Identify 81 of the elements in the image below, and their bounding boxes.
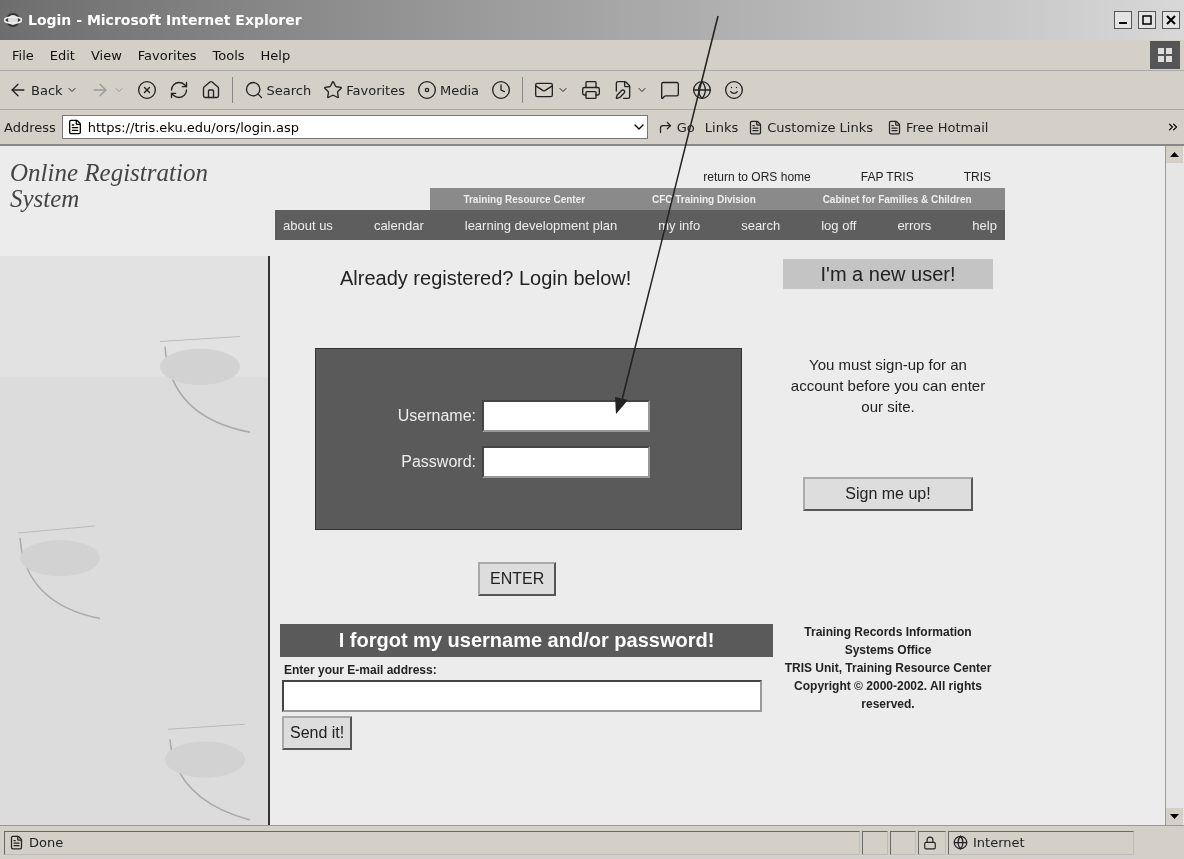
- window-title: Login - Microsoft Internet Explorer: [28, 12, 303, 28]
- nav-link[interactable]: log off: [821, 217, 857, 233]
- status-pane: [862, 830, 888, 855]
- input-field[interactable]: [482, 400, 650, 432]
- nav-link[interactable]: search: [741, 217, 781, 233]
- field-label: Password:: [400, 453, 476, 471]
- menu-item[interactable]: Edit: [41, 47, 83, 63]
- speech-bubble-icon: [660, 80, 680, 100]
- menu-item[interactable]: File: [4, 47, 42, 63]
- edit-document-icon: [613, 80, 633, 100]
- signup-message: You must sign-up for an account before you can enter our site.: [789, 355, 987, 417]
- home-icon: [200, 80, 221, 100]
- maximize-button[interactable]: [1138, 11, 1156, 29]
- flag-icon: [1150, 41, 1180, 69]
- new-user-heading: I'm a new user!: [783, 259, 993, 289]
- browser-logo-icon: [4, 11, 22, 29]
- footer-text: Training Records Information Systems Office: [803, 624, 973, 659]
- page-icon: [748, 119, 764, 135]
- search-icon: [243, 80, 264, 100]
- smiley-icon: [724, 80, 744, 100]
- links-label: Links: [704, 119, 739, 135]
- favorites-button[interactable]: Favorites: [319, 78, 409, 102]
- scroll-up-icon[interactable]: [1166, 146, 1183, 163]
- maximize-icon: [1142, 15, 1152, 25]
- login-heading: Already registered? Login below!: [340, 267, 633, 290]
- menu-item[interactable]: View: [82, 47, 130, 63]
- status-text: Done: [4, 830, 860, 855]
- signup-button[interactable]: Sign me up!: [803, 477, 973, 511]
- input-field[interactable]: [482, 446, 650, 478]
- disc-icon: [416, 80, 437, 100]
- media-button[interactable]: Media: [412, 78, 483, 102]
- globe-icon: [692, 80, 712, 100]
- stop-icon: [136, 80, 157, 100]
- header-link[interactable]: TRIS: [963, 170, 991, 184]
- go-arrow-icon: [657, 119, 673, 135]
- page-icon: [887, 119, 902, 135]
- header-link[interactable]: FAP TRIS: [860, 170, 914, 184]
- status-pane: [890, 830, 916, 855]
- field-label: Username:: [396, 407, 476, 425]
- nav-link[interactable]: help: [972, 217, 997, 233]
- menu-item[interactable]: Help: [252, 47, 299, 63]
- more-links-icon[interactable]: [1166, 120, 1180, 134]
- email-label: Enter your E-mail address:: [284, 663, 438, 677]
- minimize-icon: [1119, 22, 1127, 24]
- nav-link[interactable]: about us: [283, 217, 333, 233]
- nav-link[interactable]: calendar: [373, 217, 424, 233]
- scroll-down-icon[interactable]: [1166, 808, 1183, 825]
- globe-icon: [953, 835, 968, 850]
- clock-icon: [491, 80, 511, 100]
- site-logo-text: System: [10, 186, 81, 213]
- printer-icon: [581, 80, 601, 100]
- search-button[interactable]: Search: [239, 78, 316, 102]
- footer-text: Copyright © 2000-2002. All rights reserved.: [793, 678, 983, 713]
- security-zone: Internet: [948, 830, 1134, 855]
- nav-link[interactable]: my info: [658, 217, 701, 233]
- nav-link[interactable]: errors: [897, 217, 932, 233]
- site-logo-text: Online Registration: [10, 160, 209, 187]
- page-icon: [9, 835, 24, 850]
- back-button[interactable]: Back: [4, 78, 82, 102]
- close-button[interactable]: [1162, 11, 1180, 29]
- menu-item[interactable]: Tools: [204, 47, 253, 63]
- menu-item[interactable]: Favorites: [129, 47, 205, 63]
- minimize-button[interactable]: [1114, 11, 1132, 29]
- close-icon: [1166, 15, 1176, 25]
- email-field[interactable]: [282, 680, 762, 712]
- footer-text: TRIS Unit, Training Resource Center: [784, 660, 992, 677]
- link-button[interactable]: Free Hotmail: [883, 119, 993, 135]
- header-link[interactable]: return to ORS home: [703, 170, 811, 184]
- enter-button[interactable]: ENTER: [478, 562, 557, 596]
- forgot-heading: I forgot my username and/or password!: [280, 624, 773, 657]
- address-label: Address: [4, 119, 56, 135]
- mail-icon: [534, 80, 554, 100]
- send-button[interactable]: Send it!: [282, 716, 353, 750]
- star-icon: [323, 80, 344, 100]
- nav-link[interactable]: learning development plan: [464, 217, 618, 233]
- refresh-icon: [168, 80, 189, 100]
- scrollbar[interactable]: [1165, 146, 1184, 825]
- link-button[interactable]: Customize Links: [744, 119, 877, 135]
- page-icon: [66, 119, 83, 135]
- lock-icon: [918, 830, 946, 855]
- address-field[interactable]: https://tris.eku.edu/ors/login.asp: [61, 115, 648, 139]
